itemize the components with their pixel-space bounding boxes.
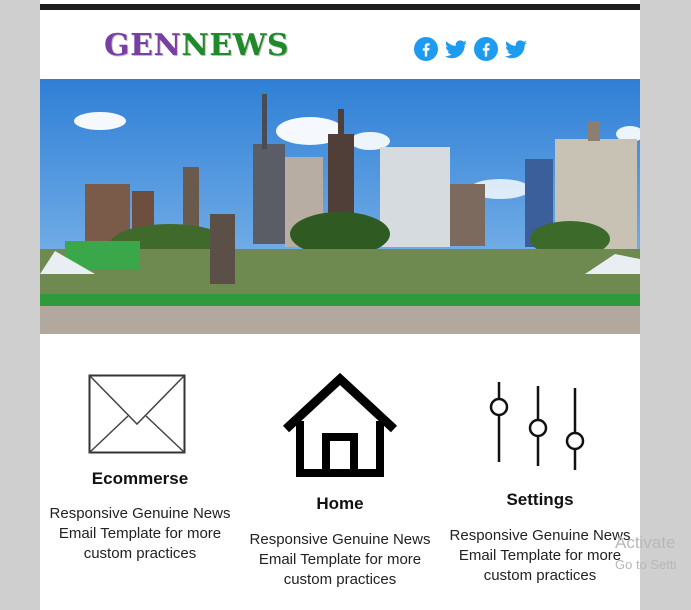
top-bar bbox=[40, 4, 640, 10]
email-template: GENNEWS Ecommerse Responsive Genuine New… bbox=[40, 0, 640, 610]
feature-description-line: Responsive Genuine News bbox=[449, 527, 631, 544]
facebook-icon[interactable] bbox=[414, 37, 438, 61]
feature-description-line: Responsive Genuine News bbox=[49, 505, 231, 522]
watermark-line1: Activate bbox=[615, 533, 676, 552]
feature-description-line: Responsive Genuine News bbox=[249, 531, 431, 548]
activate-windows-watermark: Activate Go to Setti bbox=[615, 533, 676, 575]
feature-home: Home Responsive Genuine News Email Templ… bbox=[240, 340, 440, 590]
social-links bbox=[414, 37, 528, 61]
feature-title: Settings bbox=[506, 490, 574, 509]
feature-ecommerse: Ecommerse Responsive Genuine News Email … bbox=[40, 340, 240, 580]
twitter-icon[interactable] bbox=[504, 37, 528, 61]
facebook-icon[interactable] bbox=[474, 37, 498, 61]
twitter-icon[interactable] bbox=[444, 37, 468, 61]
feature-title: Ecommerse bbox=[91, 469, 189, 488]
logo-gen: GEN bbox=[104, 28, 182, 63]
logo-news: NEWS bbox=[181, 28, 290, 63]
envelope-icon bbox=[88, 374, 186, 454]
feature-description-line: custom practices bbox=[483, 567, 597, 584]
feature-description-line: custom practices bbox=[283, 571, 397, 588]
feature-description: Responsive Genuine News Email Template f… bbox=[240, 530, 440, 590]
sliders-icon bbox=[489, 382, 585, 470]
watermark-line2: Go to Setti bbox=[615, 557, 677, 572]
feature-title: Home bbox=[316, 494, 364, 513]
feature-description-line: Email Template for more bbox=[458, 547, 622, 564]
feature-description-line: Email Template for more bbox=[258, 551, 422, 568]
feature-description-line: custom practices bbox=[83, 545, 197, 562]
feature-description-line: Email Template for more bbox=[58, 525, 222, 542]
feature-settings: Settings Responsive Genuine News Email T… bbox=[440, 340, 640, 590]
feature-description: Responsive Genuine News Email Template f… bbox=[440, 526, 640, 586]
logo[interactable]: GENNEWS bbox=[104, 28, 289, 68]
feature-description: Responsive Genuine News Email Template f… bbox=[40, 504, 240, 564]
home-icon bbox=[282, 373, 398, 477]
city-skyline-image bbox=[40, 79, 640, 334]
